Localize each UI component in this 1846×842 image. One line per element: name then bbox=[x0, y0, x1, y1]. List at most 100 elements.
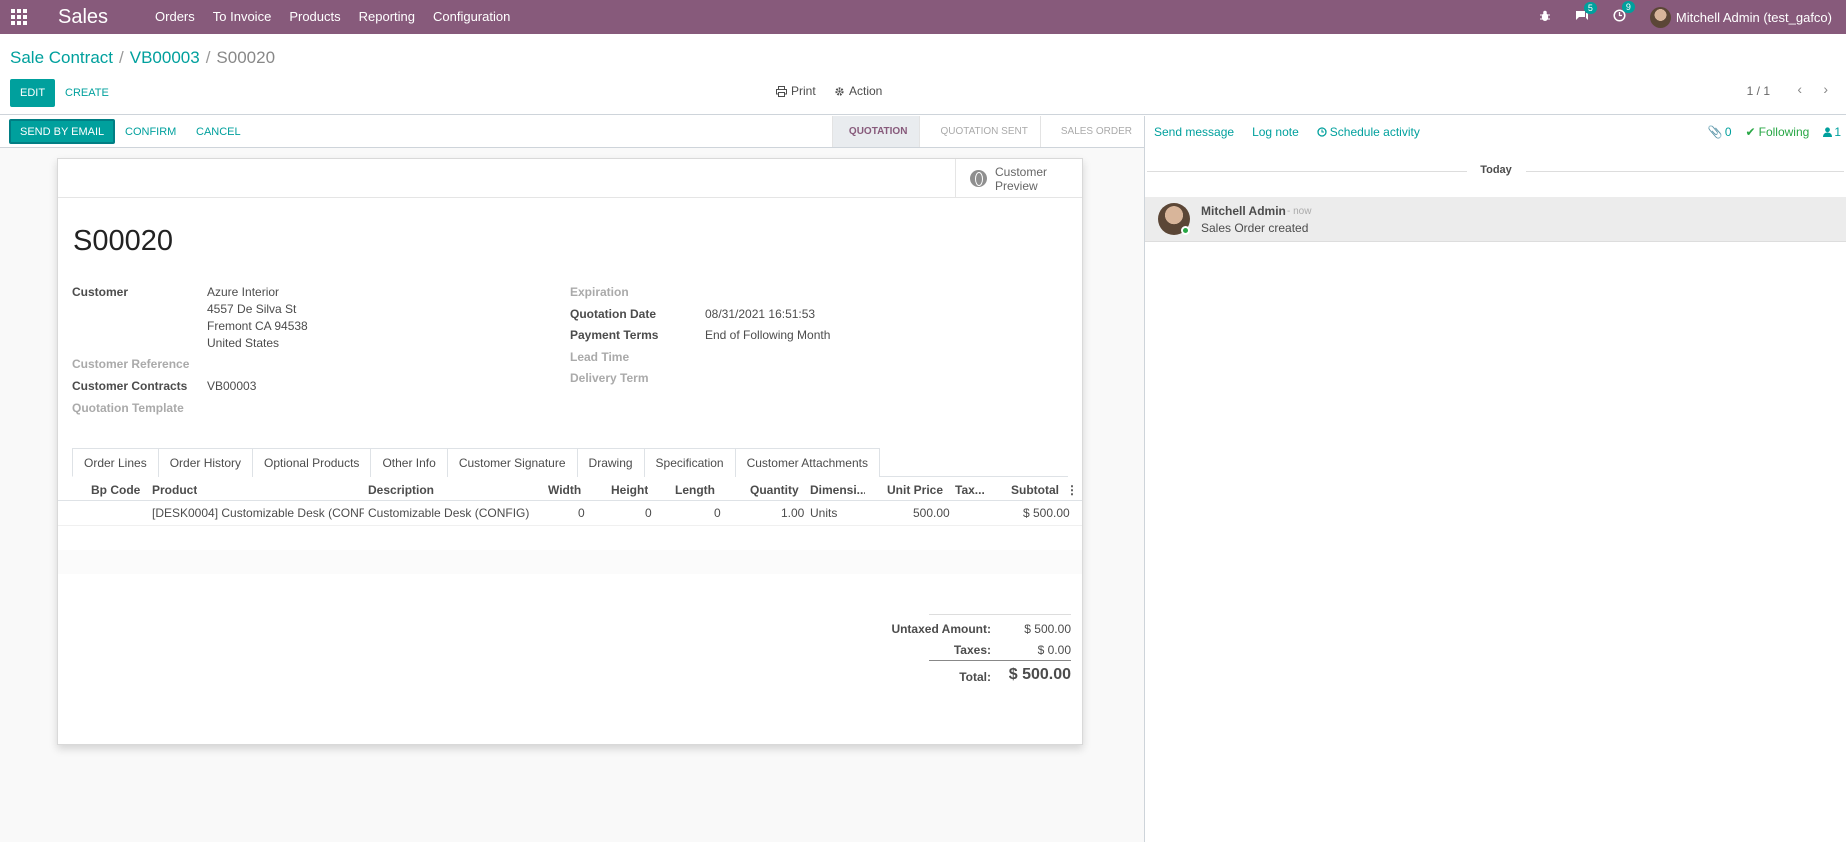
send-message-button[interactable]: Send message bbox=[1154, 125, 1234, 139]
online-status-icon bbox=[1181, 226, 1190, 235]
empty-row bbox=[58, 550, 1082, 574]
untaxed-amount-value: $ 500.00 bbox=[1024, 622, 1071, 636]
column-width[interactable]: Width bbox=[548, 483, 581, 497]
messages-icon[interactable]: 5 bbox=[1575, 1, 1597, 25]
status-stages: QUOTATION QUOTATION SENT SALES ORDER bbox=[831, 116, 1144, 147]
chatter-panel: Send message Log note Schedule activity … bbox=[1144, 116, 1846, 842]
form-statusbar: SEND BY EMAIL CONFIRM CANCEL QUOTATION Q… bbox=[0, 116, 1144, 148]
tab-drawing[interactable]: Drawing bbox=[576, 448, 645, 477]
attachments-button[interactable]: 📎 0 bbox=[1708, 125, 1732, 139]
action-label: Action bbox=[849, 84, 883, 98]
menu-item-reporting[interactable]: Reporting bbox=[350, 0, 424, 34]
day-label-text: Today bbox=[1472, 164, 1520, 176]
breadcrumb-sale-contract[interactable]: Sale Contract bbox=[10, 48, 113, 68]
quotation-date-label: Quotation Date bbox=[570, 307, 656, 321]
tab-specification[interactable]: Specification bbox=[643, 448, 736, 477]
following-label: Following bbox=[1758, 125, 1810, 139]
tab-customer-attachments[interactable]: Customer Attachments bbox=[734, 448, 880, 477]
totals-divider bbox=[929, 614, 1071, 615]
print-dropdown[interactable]: Print bbox=[776, 84, 816, 98]
column-product[interactable]: Product bbox=[152, 483, 197, 497]
customer-address-line1: 4557 De Silva St bbox=[207, 302, 297, 316]
customer-contracts-link[interactable]: VB00003 bbox=[207, 379, 256, 393]
chevron-left-icon[interactable]: ‹ bbox=[1797, 81, 1802, 97]
quotation-date-value[interactable]: 08/31/2021 16:51:53 bbox=[705, 307, 815, 321]
tab-optional-products[interactable]: Optional Products bbox=[252, 448, 372, 477]
column-taxes[interactable]: Tax... bbox=[955, 483, 985, 497]
globe-icon bbox=[970, 170, 987, 187]
message-time: - now bbox=[1287, 206, 1312, 217]
breadcrumb-contract[interactable]: VB00003 bbox=[130, 48, 200, 68]
menu-item-orders[interactable]: Orders bbox=[146, 0, 204, 34]
column-subtotal[interactable]: Subtotal bbox=[1011, 483, 1059, 497]
main-menu: Orders To Invoice Products Reporting Con… bbox=[146, 0, 519, 34]
check-icon: ✔ bbox=[1745, 125, 1756, 139]
activities-badge: 9 bbox=[1621, 1, 1635, 13]
cancel-button[interactable]: CANCEL bbox=[187, 119, 250, 144]
column-description[interactable]: Description bbox=[368, 483, 434, 497]
cell-description: Customizable Desk (CONFIG) bbox=[368, 506, 530, 520]
optional-columns-icon[interactable]: ⋮ bbox=[1066, 483, 1078, 497]
action-dropdown[interactable]: Action bbox=[834, 84, 882, 98]
breadcrumb-separator: / bbox=[205, 48, 211, 67]
payment-terms-value[interactable]: End of Following Month bbox=[705, 328, 830, 342]
clock-icon bbox=[1317, 127, 1327, 137]
customer-link[interactable]: Azure Interior bbox=[207, 285, 279, 299]
customer-preview-label: Customer Preview bbox=[995, 165, 1047, 193]
customer-preview-button[interactable]: Customer Preview bbox=[955, 159, 1082, 198]
notebook-tabs: Order Lines Order History Optional Produ… bbox=[72, 448, 1068, 477]
create-button[interactable]: CREATE bbox=[56, 79, 118, 107]
day-label: Today bbox=[1145, 164, 1846, 176]
control-panel: Sale Contract / VB00003 / S00020 EDIT CR… bbox=[0, 34, 1846, 115]
order-lines-header: Bp Code Product Description Width Height… bbox=[58, 478, 1082, 501]
cell-dimension: Units bbox=[810, 506, 838, 520]
column-height[interactable]: Height bbox=[611, 483, 648, 497]
column-length[interactable]: Length bbox=[675, 483, 715, 497]
message-author[interactable]: Mitchell Admin bbox=[1201, 204, 1286, 218]
log-note-button[interactable]: Log note bbox=[1252, 125, 1299, 139]
customer-address-line3: United States bbox=[207, 336, 280, 350]
button-box: Customer Preview bbox=[58, 159, 1082, 198]
apps-menu-icon[interactable] bbox=[2, 0, 36, 34]
debug-bug-icon[interactable] bbox=[1539, 10, 1551, 25]
table-row[interactable]: [DESK0004] Customizable Desk (CONF... Cu… bbox=[58, 501, 1082, 526]
send-by-email-button[interactable]: SEND BY EMAIL bbox=[9, 119, 116, 144]
following-button[interactable]: ✔ Following bbox=[1746, 125, 1810, 139]
message-body: Sales Order created bbox=[1201, 221, 1309, 235]
payment-terms-label: Payment Terms bbox=[570, 328, 659, 342]
cell-product: [DESK0004] Customizable Desk (CONF... bbox=[152, 506, 364, 520]
breadcrumb: Sale Contract / VB00003 / S00020 bbox=[10, 48, 275, 68]
column-unit-price[interactable]: Unit Price bbox=[887, 483, 943, 497]
quotation-template-label: Quotation Template bbox=[72, 401, 184, 415]
lead-time-label: Lead Time bbox=[570, 350, 630, 364]
menu-item-products[interactable]: Products bbox=[280, 0, 349, 34]
top-navbar: Sales Orders To Invoice Products Reporti… bbox=[0, 0, 1846, 34]
app-name[interactable]: Sales bbox=[58, 6, 108, 29]
stage-quotation: QUOTATION bbox=[831, 116, 920, 147]
activities-clock-icon[interactable]: 9 bbox=[1613, 1, 1635, 25]
tab-other-info[interactable]: Other Info bbox=[370, 448, 448, 477]
paperclip-icon: 📎 bbox=[1707, 125, 1723, 139]
confirm-button[interactable]: CONFIRM bbox=[116, 119, 185, 144]
user-menu[interactable]: Mitchell Admin (test_gafco) bbox=[1649, 6, 1832, 28]
total-divider bbox=[929, 660, 1071, 661]
preview-label-line2: Preview bbox=[995, 178, 1038, 193]
menu-item-configuration[interactable]: Configuration bbox=[424, 0, 519, 34]
followers-count: 1 bbox=[1834, 125, 1841, 139]
expiration-label: Expiration bbox=[570, 285, 629, 299]
followers-button[interactable]: 1 bbox=[1823, 125, 1841, 139]
cell-unit-price: 500.00 bbox=[913, 506, 950, 520]
gear-icon bbox=[835, 86, 844, 96]
chevron-right-icon[interactable]: › bbox=[1823, 81, 1828, 97]
column-bp-code[interactable]: Bp Code bbox=[91, 483, 140, 497]
stage-sales-order: SALES ORDER bbox=[1039, 116, 1144, 147]
tab-order-history[interactable]: Order History bbox=[157, 448, 254, 477]
schedule-activity-button[interactable]: Schedule activity bbox=[1317, 125, 1420, 139]
column-dimension[interactable]: Dimensi... bbox=[810, 483, 865, 497]
tab-customer-signature[interactable]: Customer Signature bbox=[446, 448, 578, 477]
tab-order-lines[interactable]: Order Lines bbox=[72, 448, 159, 477]
menu-item-to-invoice[interactable]: To Invoice bbox=[204, 0, 281, 34]
edit-button[interactable]: EDIT bbox=[10, 79, 56, 107]
column-quantity[interactable]: Quantity bbox=[750, 483, 799, 497]
pager-value[interactable]: 1 / 1 bbox=[1747, 84, 1770, 98]
